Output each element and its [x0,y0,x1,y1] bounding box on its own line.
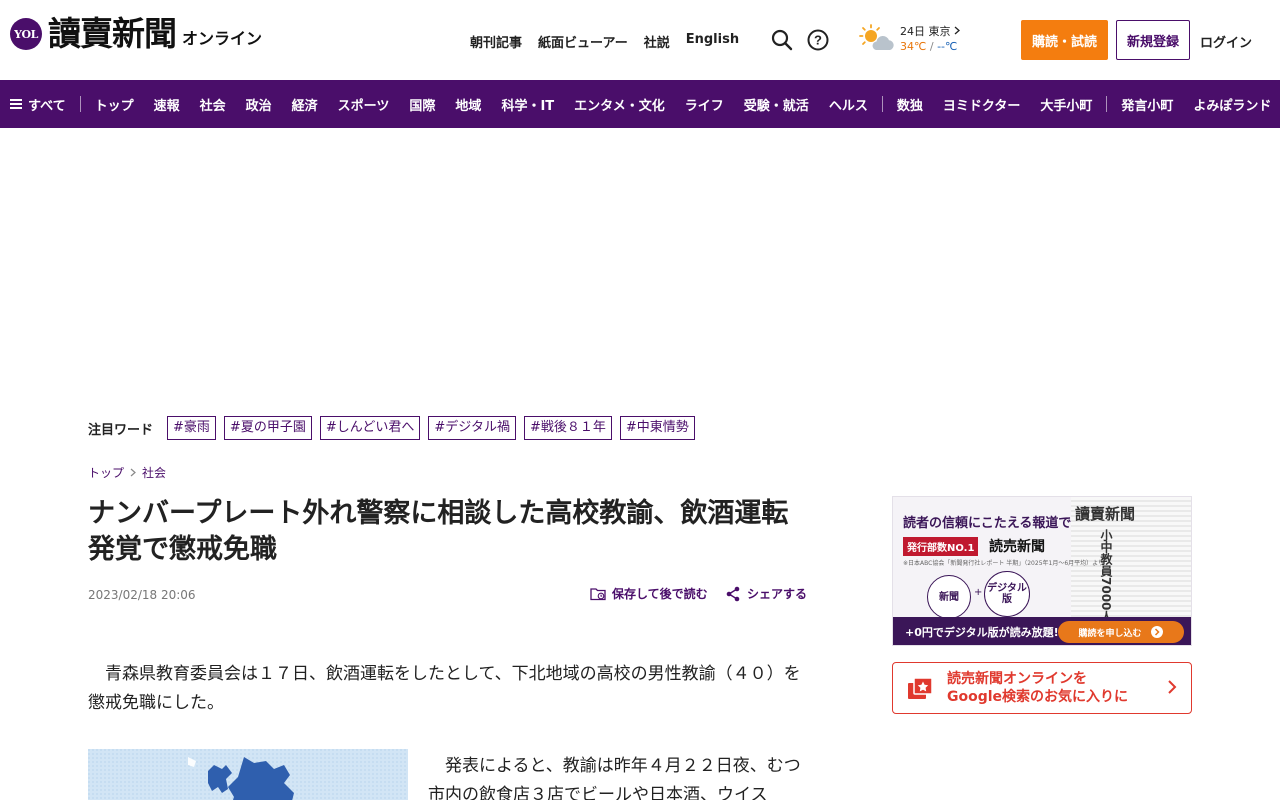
trending-tag[interactable]: #デジタル禍 [428,416,516,440]
subscribe-button[interactable]: 購読・試読 [1021,20,1108,60]
ad-brand: 読売新聞 [989,539,1045,555]
logo-subtitle: オンライン [182,29,263,48]
aomori-map-image[interactable] [88,749,408,800]
register-button[interactable]: 新規登録 [1116,20,1190,60]
trending-tag[interactable]: #中東情勢 [619,416,695,440]
sunny-cloudy-icon [859,24,894,50]
ad-bottom-text: +0円でデジタル版が読み放題! [905,626,1059,639]
trending-tag[interactable]: #戦後８１年 [523,416,612,440]
google-favorite-line1: 読売新聞オンラインを [947,671,1087,687]
weather-temperature: 34℃ / --℃ [900,39,960,54]
header-nav: 朝刊記事 紙面ビューアー 社説 English [470,32,739,51]
weather-divider: / [926,40,938,53]
favorite-star-icon [908,677,933,699]
nav-life[interactable]: ライフ [685,95,724,114]
nav-breaking[interactable]: 速報 [154,95,180,114]
weather-date-place: 24日 東京 [900,24,960,39]
logo-title: 讀賣新聞 [48,14,177,53]
nav-otekomachi[interactable]: 大手小町 [1040,95,1092,114]
article-body-paragraph: 発表によると、教諭は昨年４月２２日夜、むつ市内の飲食店３店でビールや日本酒、ウイ… [428,756,801,800]
help-icon[interactable]: ? [807,29,829,51]
trending-tag[interactable]: #しんどい君へ [319,416,421,440]
trending-label: 注目ワード [88,422,154,438]
weather-low: --℃ [937,40,958,53]
breadcrumb-society[interactable]: 社会 [142,464,166,481]
trending-words: 注目ワード #豪雨 #夏の甲子園 #しんどい君へ #デジタル禍 #戦後８１年 #… [88,416,703,440]
nav-english[interactable]: English [686,32,739,51]
ad-apply-label: 購読を申し込む [1078,628,1142,639]
nav-all-menu[interactable]: すべて [10,95,66,114]
weather-widget[interactable]: 24日 東京 34℃ / --℃ [858,24,960,54]
yol-logo-badge: YOL [10,18,42,50]
ad-newspaper-circle: 新聞 [927,575,971,619]
ad-plus: + [974,587,983,598]
login-link[interactable]: ログイン [1200,32,1252,51]
nav-regional[interactable]: 地域 [455,95,481,114]
ad-apply-button[interactable]: 購読を申し込む [1058,621,1184,643]
nav-international[interactable]: 国際 [409,95,435,114]
breadcrumb-top[interactable]: トップ [88,464,124,481]
map-graphic [88,749,408,800]
folder-clock-icon [590,587,606,600]
ad-paper-title: 讀賣新聞 [1075,505,1136,523]
save-for-later-button[interactable]: 保存して後で読む [590,585,708,602]
share-icon [726,586,740,601]
weather-high: 34℃ [900,40,927,53]
nav-editorial[interactable]: 社説 [644,32,670,51]
svg-text:?: ? [814,33,822,48]
article-lead-paragraph: 青森県教育委員会は１７日、飲酒運転をしたとして、下北地域の高校の男性教諭（４０）… [88,664,801,713]
nav-politics[interactable]: 政治 [246,95,272,114]
search-icon[interactable] [771,29,793,51]
google-favorite-line2: Google検索のお気に入りに [947,689,1129,705]
category-nav: すべて トップ 速報 社会 政治 経済 スポーツ 国際 地域 科学・IT エンタ… [0,80,1280,128]
chevron-right-icon [130,468,136,477]
trending-tag[interactable]: #夏の甲子園 [223,416,312,440]
chevron-right-icon [1168,680,1177,694]
chevron-right-circle-icon [1150,626,1163,638]
nav-exam-jobs[interactable]: 受験・就活 [744,95,809,114]
ad-headline: 読者の信頼にこたえる報道で [903,516,1072,531]
article-title: ナンバープレート外れ警察に相談した高校教諭、飲酒運転発覚で懲戒免職 [88,498,789,565]
chevron-right-icon [954,26,960,35]
share-label: シェアする [747,587,808,601]
ad-bottom-bar: +0円でデジタル版が読み放題! 購読を申し込む [893,617,1191,645]
nav-sudoku[interactable]: 数独 [897,95,923,114]
nav-divider [881,96,883,112]
nav-economy[interactable]: 経済 [292,95,318,114]
nav-health[interactable]: ヘルス [829,95,868,114]
nav-sports[interactable]: スポーツ [338,95,390,114]
nav-society[interactable]: 社会 [200,95,226,114]
menu-icon [10,99,22,109]
site-logo[interactable]: YOL 讀賣新聞 オンライン [10,14,262,54]
nav-yomipo-land[interactable]: よみぽランド [1193,95,1271,114]
nav-divider [1106,96,1108,112]
ad-footnote: ※日本ABC協会「新聞発行社レポート 半期」（2025年1月〜6月平均）より [903,560,1105,567]
nav-all-label: すべて [28,98,66,114]
nav-science-it[interactable]: 科学・IT [501,95,554,114]
nav-divider [79,96,81,112]
nav-morning-articles[interactable]: 朝刊記事 [470,32,522,51]
ad-circulation-badge: 発行部数NO.1 [903,537,979,556]
nav-top[interactable]: トップ [95,95,134,114]
breadcrumb: トップ 社会 [88,464,166,481]
article-date: 2023/02/18 20:06 [88,588,196,602]
nav-yomidr[interactable]: ヨミドクター [943,95,1020,114]
save-for-later-label: 保存して後で読む [612,587,708,601]
site-header: YOL 讀賣新聞 オンライン 朝刊記事 紙面ビューアー 社説 English ?… [0,0,1280,80]
google-favorite-text: 読売新聞オンラインを Google検索のお気に入りに [947,670,1128,706]
nav-hatsugen-komachi[interactable]: 発言小町 [1121,95,1173,114]
google-favorite-banner[interactable]: 読売新聞オンラインを Google検索のお気に入りに [892,662,1192,714]
ad-digital-circle: デジタル版 [984,571,1030,617]
trending-tag[interactable]: #豪雨 [167,416,216,440]
subscription-ad-banner[interactable]: 讀賣新聞 小中教員7000人増 読者の信頼にこたえる報道で 発行部数NO.1 読… [892,496,1192,646]
share-button[interactable]: シェアする [725,585,807,602]
nav-entertainment[interactable]: エンタメ・文化 [574,95,665,114]
nav-paper-viewer[interactable]: 紙面ビューアー [538,32,628,51]
